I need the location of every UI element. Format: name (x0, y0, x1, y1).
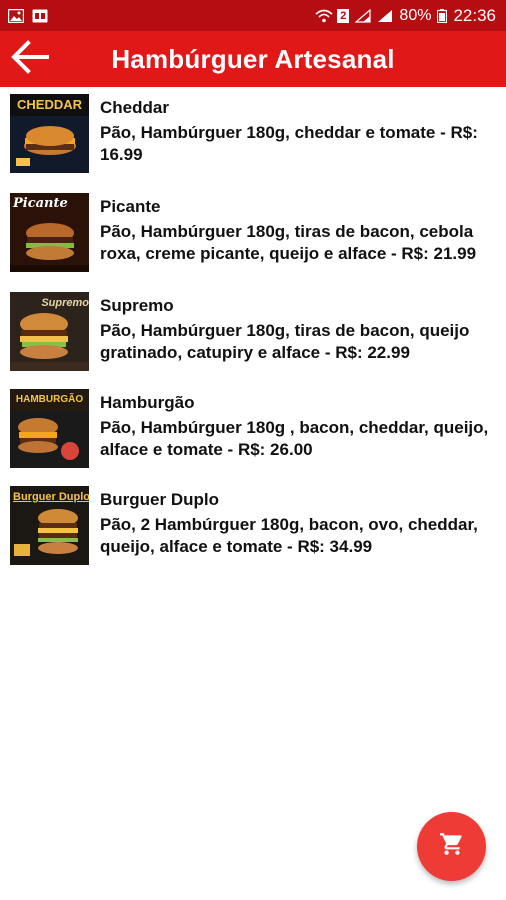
list-item[interactable]: Picante Picante Pão, Hambúrguer 180g, ti… (0, 193, 506, 292)
product-thumbnail: Picante (10, 193, 89, 272)
product-name: Supremo (100, 296, 174, 315)
list-item[interactable]: CHEDDAR Cheddar Pão, Hambúrguer 180g, ch… (0, 94, 506, 193)
thumbnail-label: Supremo (41, 297, 89, 309)
product-thumbnail: Burguer Duplo (10, 486, 89, 565)
signal-icon-2 (377, 9, 393, 23)
list-item[interactable]: Supremo Supremo Pão, Hambúrguer 180g, ti… (0, 292, 506, 389)
thumbnail-label: Picante (13, 196, 68, 211)
app-notification-icon (32, 9, 48, 23)
product-thumbnail: HAMBURGÃO (10, 389, 89, 468)
product-name: Burguer Duplo (100, 490, 219, 509)
signal-icon (355, 8, 372, 23)
wifi-icon (315, 9, 333, 23)
cart-icon (439, 831, 465, 862)
product-description: Pão, Hambúrguer 180g , bacon, cheddar, q… (100, 418, 489, 459)
product-name: Picante (100, 197, 161, 216)
thumbnail-label: CHEDDAR (10, 94, 89, 116)
product-thumbnail: CHEDDAR (10, 94, 89, 173)
cart-button[interactable] (417, 812, 486, 881)
back-button[interactable] (8, 37, 52, 81)
sim-badge: 2 (337, 8, 350, 23)
thumbnail-label: Burguer Duplo (13, 491, 89, 503)
battery-icon (437, 8, 448, 23)
product-list: CHEDDAR Cheddar Pão, Hambúrguer 180g, ch… (0, 94, 506, 585)
product-description: Pão, Hambúrguer 180g, cheddar e tomate -… (100, 123, 478, 164)
clock: 22:36 (453, 5, 496, 25)
list-item[interactable]: HAMBURGÃO Hamburgão Pão, Hambúrguer 180g… (0, 389, 506, 486)
product-name: Hamburgão (100, 393, 195, 412)
product-name: Cheddar (100, 98, 169, 117)
product-description: Pão, Hambúrguer 180g, tiras de bacon, ce… (100, 222, 477, 263)
arrow-left-icon (11, 39, 49, 79)
gallery-notification-icon (8, 8, 24, 23)
product-thumbnail: Supremo (10, 292, 89, 371)
app-bar: Hambúrguer Artesanal (0, 31, 506, 87)
list-item[interactable]: Burguer Duplo Burguer Duplo Pão, 2 Hambú… (0, 486, 506, 585)
page-title: Hambúrguer Artesanal (111, 43, 395, 74)
battery-percent: 80% (399, 6, 432, 24)
product-description: Pão, Hambúrguer 180g, tiras de bacon, qu… (100, 321, 470, 362)
thumbnail-label: HAMBURGÃO (10, 389, 89, 411)
product-description: Pão, 2 Hambúrguer 180g, bacon, ovo, ched… (100, 515, 478, 556)
status-bar: 2 80% 22:36 (0, 0, 506, 31)
